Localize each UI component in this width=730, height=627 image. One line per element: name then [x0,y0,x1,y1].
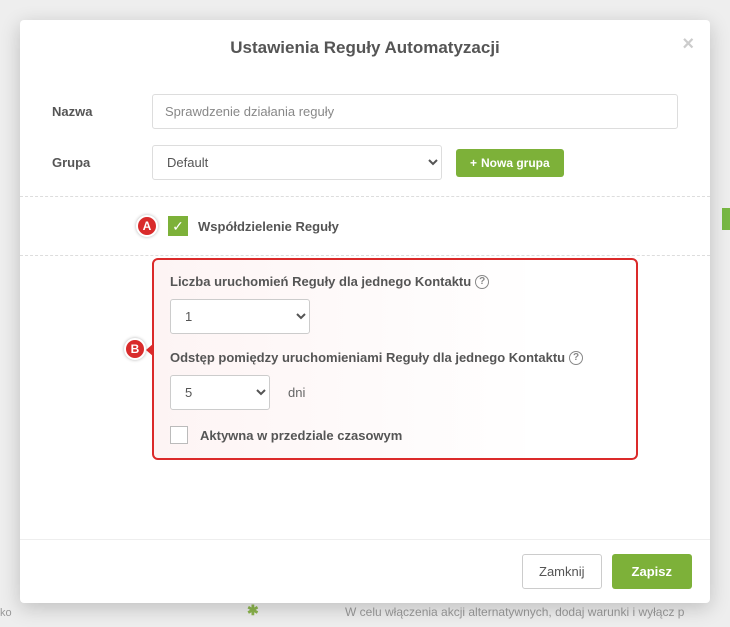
bg-green-strip [722,208,730,230]
new-group-button[interactable]: + Nowa grupa [456,149,564,177]
group-select[interactable]: Default [152,145,442,180]
label-group: Grupa [52,155,152,170]
new-group-label: Nowa grupa [481,156,550,170]
close-button[interactable]: Zamknij [522,554,602,589]
settings-modal: Ustawienia Reguły Automatyzacji × Nazwa … [20,20,710,603]
share-label: Współdzielenie Reguły [198,219,339,234]
row-share: A ✓ Współdzielenie Reguły [52,197,678,255]
interval-unit: dni [288,385,305,400]
runs-label: Liczba uruchomień Reguły dla jednego Kon… [170,274,471,289]
plus-icon: + [470,156,477,170]
row-group: Grupa Default + Nowa grupa [52,145,678,180]
interval-label: Odstęp pomiędzy uruchomieniami Reguły dl… [170,350,565,365]
asterisk-icon: ✱ [247,602,259,619]
active-range-checkbox[interactable] [170,426,188,444]
runs-label-row: Liczba uruchomień Reguły dla jednego Kon… [170,274,620,289]
modal-title: Ustawienia Reguły Automatyzacji [40,38,690,58]
interval-row: 5 dni [170,375,620,410]
marker-b: B [124,338,146,360]
help-icon[interactable]: ? [475,275,489,289]
highlight-box-b: Liczba uruchomień Reguły dla jednego Kon… [152,258,638,460]
check-icon: ✓ [172,218,184,235]
marker-a: A [136,215,158,237]
interval-select[interactable]: 5 [170,375,270,410]
runs-select[interactable]: 1 [170,299,310,334]
marker-b-arrow-icon [146,343,154,357]
interval-label-row: Odstęp pomiędzy uruchomieniami Reguły dl… [170,350,620,365]
close-icon[interactable]: × [682,34,694,54]
modal-body: Nazwa Grupa Default + Nowa grupa A ✓ Wsp… [20,84,710,539]
label-name: Nazwa [52,104,152,119]
bg-left-fragment: ko [0,607,12,619]
active-range-label: Aktywna w przedziale czasowym [200,428,402,443]
modal-header: Ustawienia Reguły Automatyzacji × [20,20,710,84]
share-checkbox[interactable]: ✓ [168,216,188,236]
save-button[interactable]: Zapisz [612,554,692,589]
rule-name-input[interactable] [152,94,678,129]
active-range-row: Aktywna w przedziale czasowym [170,426,620,444]
row-name: Nazwa [52,94,678,129]
bg-bottom-hint: W celu włączenia akcji alternatywnych, d… [345,605,684,619]
section-b-wrap: B Liczba uruchomień Reguły dla jednego K… [52,256,678,500]
help-icon[interactable]: ? [569,351,583,365]
modal-footer: Zamknij Zapisz [20,539,710,603]
